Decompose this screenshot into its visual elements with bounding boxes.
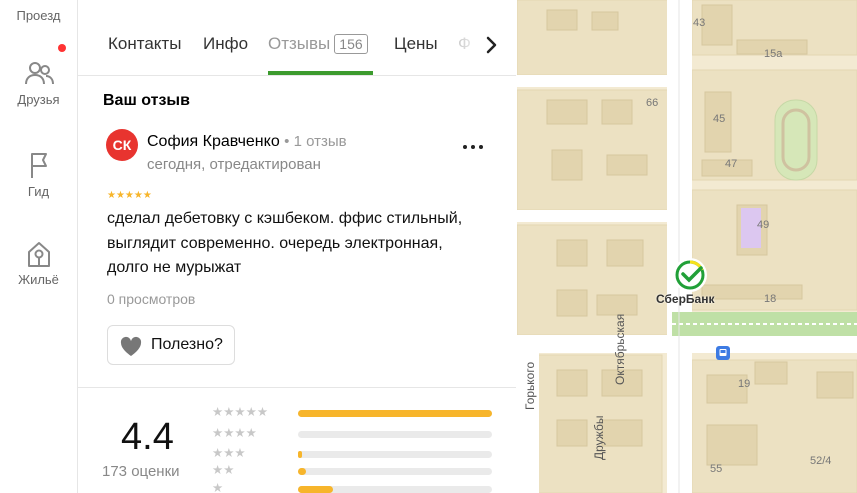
histogram-stars: ★ [212,481,224,493]
author-name[interactable]: София Кравченко [147,133,280,150]
house-number: 66 [646,97,659,109]
histogram-stars: ★★★★ [212,426,257,440]
author-review-count: • 1 отзыв [284,133,347,150]
tab-info[interactable]: Инфо [203,34,248,54]
house-number: 45 [713,113,726,125]
sidebar-item-housing[interactable]: Жильё [0,238,77,287]
sidebar-item-label: Жильё [18,272,59,287]
tab-prices[interactable]: Цены [394,34,438,54]
section-title: Ваш отзыв [103,92,190,109]
house-number: 47 [725,158,738,170]
review-views: 0 просмотров [107,291,196,307]
flag-icon [30,153,47,178]
house-number: 15а [764,48,783,60]
histogram-stars: ★★★ [212,446,246,460]
review-rating-stars: ★★★★★ [107,190,152,201]
friends-icon [24,62,54,85]
tab-count-badge: 156 [334,34,368,54]
sidebar-item-friends[interactable]: Друзья [0,58,77,107]
useful-button[interactable]: Полезно? [107,325,235,365]
house-number: 52/4 [810,455,832,467]
street-label-druzhby: Дружбы [592,415,606,460]
poi-label[interactable]: СберБанк [656,292,714,306]
bus-stop-icon[interactable] [716,346,730,360]
house-number: 49 [757,219,770,231]
review-text: сделал дебетовку с кэшбеком. ффис стильн… [107,210,463,276]
sidebar-item-route[interactable]: Проезд [0,8,77,23]
bus-glyph-icon [719,349,727,356]
place-card-panel: Контакты Инфо Отзывы156 Цены Ф Ваш отзыв… [78,0,516,493]
map-canvas [517,0,857,493]
sberbank-logo-icon [675,260,705,290]
rating-count: 173 оценки [102,463,180,480]
left-sidebar: Проезд Друзья Гид Жильё [0,0,78,493]
sidebar-item-guide[interactable]: Гид [0,150,77,199]
tab-bar: Контакты Инфо Отзывы156 Цены Ф [78,0,516,76]
notification-dot [58,44,66,52]
divider [78,387,516,388]
street-label-oktyabrskaya: Октябрьская [613,313,627,385]
chevron-right-icon[interactable] [482,33,502,57]
house-number: 55 [710,463,723,475]
histogram-fill [298,410,492,417]
avatar[interactable]: СК [106,129,138,161]
heart-icon [120,336,142,356]
histogram-fill [298,451,302,458]
sidebar-item-label: Друзья [17,92,60,107]
histogram-stars: ★★★★★ [212,405,269,419]
sidebar-item-label: Гид [27,184,50,199]
tab-reviews[interactable]: Отзывы 156 [268,34,368,54]
house-number: 43 [693,17,706,29]
histogram-track [298,451,492,458]
histogram-fill [298,468,306,475]
histogram-fill [298,486,333,493]
tab-contacts[interactable]: Контакты [108,34,181,54]
house-number: 18 [764,293,777,305]
histogram-track [298,410,492,417]
sberbank-poi-marker[interactable] [673,258,707,292]
histogram-track [298,468,492,475]
histogram-track [298,486,492,493]
histogram-track [298,431,492,438]
house-number: 19 [738,378,751,390]
tab-label: Отзывы [268,34,331,53]
sidebar-item-label: Проезд [16,8,61,23]
review-date: сегодня, отредактирован [147,156,321,173]
active-tab-indicator [268,71,373,75]
street-label-gorkogo: Горького [523,361,537,410]
more-options-icon[interactable] [458,135,488,155]
average-rating: 4.4 [121,416,174,458]
home-key-icon [27,242,50,267]
map-view[interactable]: 43 15а 66 45 47 49 18 19 55 52/4 Октябрь… [517,0,857,493]
histogram-stars: ★★ [212,463,235,477]
review-author: София Кравченко • 1 отзыв [147,133,347,151]
useful-label: Полезно? [151,336,223,353]
